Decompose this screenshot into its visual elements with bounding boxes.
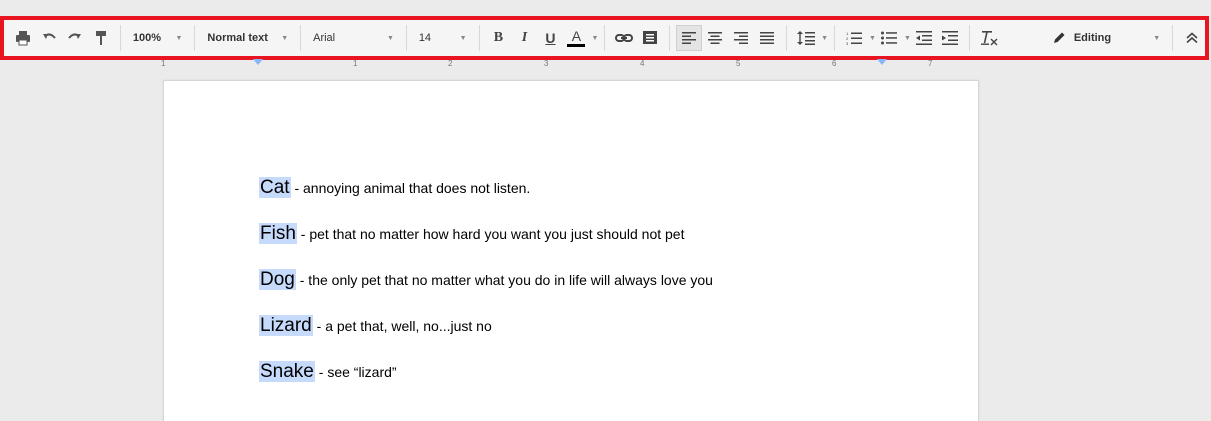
increase-indent-icon[interactable] [937,25,963,51]
chevron-down-icon: ▼ [175,34,183,42]
print-icon[interactable] [10,25,36,51]
svg-text:3: 3 [846,41,849,45]
clear-formatting-icon[interactable] [976,25,1002,51]
comment-icon[interactable] [637,25,663,51]
font-dropdown[interactable]: Arial ▼ [307,25,400,51]
chevron-down-icon: ▼ [281,34,289,42]
term-highlight: Snake [259,361,315,382]
ruler-tick: 5 [736,59,741,68]
chevron-down-icon[interactable]: ▼ [591,35,598,42]
term-description: - the only pet that no matter what you d… [295,272,713,288]
separator [968,25,970,51]
align-justify-icon[interactable] [754,25,780,51]
list-item[interactable]: Dog - the only pet that no matter what y… [259,269,713,291]
chevron-down-icon[interactable]: ▼ [821,35,828,42]
list-item[interactable]: Lizard - a pet that, well, no...just no [259,315,492,337]
ruler-tick: 1 [161,59,166,68]
separator [786,25,788,51]
toolbar-highlight-frame: 100% ▼ Normal text ▼ Arial ▼ 14 ▼ B I U … [0,16,1209,60]
redo-icon[interactable] [62,25,88,51]
separator [669,25,671,51]
underline-label: U [545,30,556,46]
separator [1172,25,1174,51]
font-size-value: 14 [418,32,432,44]
ruler-tick: 7 [928,59,933,68]
separator [120,25,121,51]
chevron-down-icon[interactable]: ▼ [869,35,876,42]
chevron-down-icon: ▼ [1153,34,1161,42]
term-highlight: Lizard [259,315,313,336]
ruler-tick: 2 [448,59,453,68]
style-dropdown[interactable]: Normal text ▼ [201,25,294,51]
font-value: Arial [313,32,336,44]
align-left-icon[interactable] [676,25,703,51]
document-page[interactable]: Cat - annoying animal that does not list… [163,80,979,421]
term-description: - a pet that, well, no...just no [312,318,492,334]
align-center-icon[interactable] [702,25,728,51]
separator [604,25,606,51]
zoom-value: 100% [132,32,162,44]
underline-button[interactable]: U [537,25,563,51]
paint-format-icon[interactable] [88,25,114,51]
mode-label-group: Editing [1052,31,1111,45]
toolbar: 100% ▼ Normal text ▼ Arial ▼ 14 ▼ B I U … [4,20,1205,56]
undo-icon[interactable] [36,25,62,51]
zoom-dropdown[interactable]: 100% ▼ [127,25,189,51]
text-color-label: A [571,28,582,44]
list-item[interactable]: Fish - pet that no matter how hard you w… [259,223,684,245]
list-item[interactable]: Snake - see “lizard” [259,361,397,383]
line-spacing-icon[interactable] [793,25,819,51]
term-description: - annoying animal that does not listen. [290,180,531,196]
italic-button[interactable]: I [511,25,537,51]
right-indent-marker[interactable] [877,59,887,65]
mode-dropdown[interactable]: Editing ▼ [1046,25,1166,51]
pencil-icon [1053,32,1065,43]
ruler[interactable]: 1 1 2 3 4 5 6 7 [161,59,979,69]
text-color-button[interactable]: A [563,25,589,51]
decrease-indent-icon[interactable] [911,25,937,51]
chevron-down-icon: ▼ [459,34,467,42]
list-item[interactable]: Cat - annoying animal that does not list… [259,177,530,199]
ruler-tick: 3 [544,59,549,68]
bold-label: B [493,30,504,45]
collapse-toolbar-icon[interactable] [1179,25,1205,51]
bold-button[interactable]: B [485,25,511,51]
numbered-list-icon[interactable]: 123 [841,25,867,51]
bulleted-list-icon[interactable] [876,25,902,51]
align-right-icon[interactable] [728,25,754,51]
font-size-dropdown[interactable]: 14 ▼ [413,25,473,51]
term-highlight: Cat [259,177,291,198]
separator [194,25,196,51]
ruler-tick: 1 [353,59,358,68]
chevron-down-icon[interactable]: ▼ [904,35,911,42]
link-icon[interactable] [611,25,637,51]
separator [478,25,480,51]
term-description: - pet that no matter how hard you want y… [296,226,685,242]
text-color-swatch [567,44,586,47]
separator [834,25,836,51]
mode-value: Editing [1073,32,1112,44]
separator [405,25,407,51]
italic-label: I [521,30,528,45]
separator [300,25,302,51]
term-highlight: Fish [259,223,297,244]
ruler-tick: 4 [640,59,645,68]
ruler-tick: 6 [832,59,837,68]
term-highlight: Dog [259,269,296,290]
chevron-down-icon: ▼ [386,34,394,42]
style-value: Normal text [207,32,268,44]
term-description: - see “lizard” [314,364,397,380]
left-indent-marker[interactable] [253,59,263,65]
